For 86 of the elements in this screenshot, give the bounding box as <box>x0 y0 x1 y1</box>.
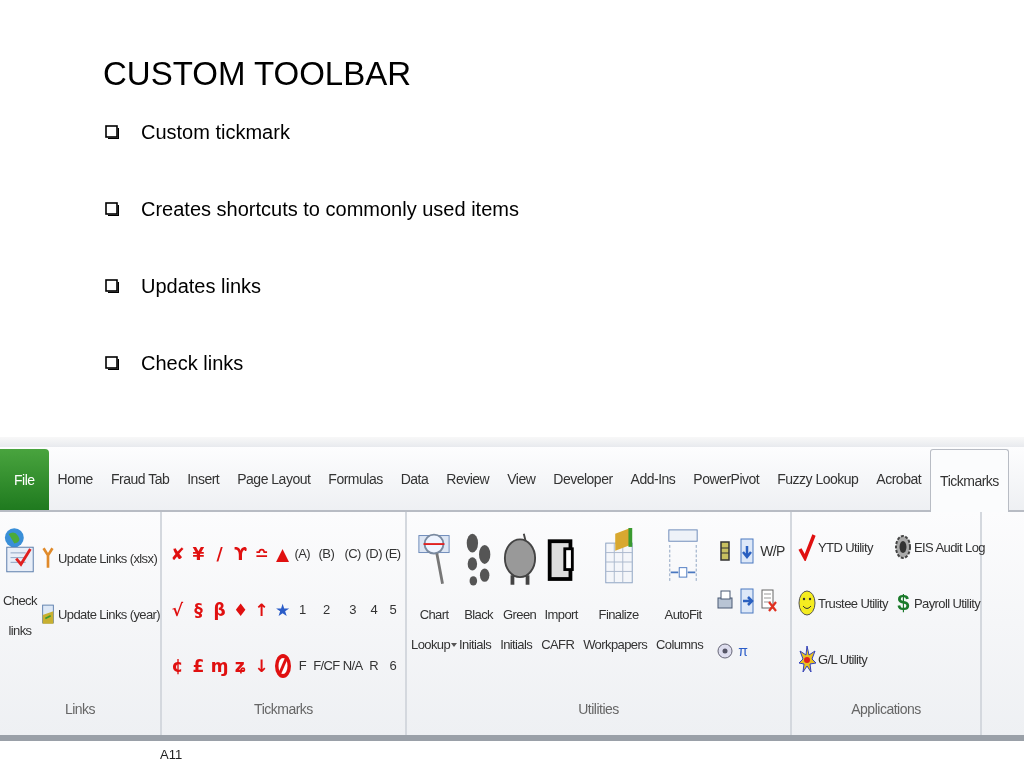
slide-title: CUSTOM TOOLBAR <box>103 54 413 94</box>
utility-button[interactable]: Finalize Workpapers <box>583 526 655 701</box>
utility-small-button[interactable]: π <box>738 638 757 664</box>
utility-button[interactable]: Chart Lookup <box>411 526 458 701</box>
ribbon-tab[interactable]: Insert <box>178 447 229 510</box>
application-button[interactable]: Trustee Utility <box>798 578 888 628</box>
tickmark-button[interactable]: (E) <box>384 536 401 572</box>
tickmark-button[interactable]: 1 <box>294 592 311 628</box>
application-button[interactable]: $ Payroll Utility <box>894 578 985 628</box>
ribbon-tab[interactable]: Formulas <box>319 447 392 510</box>
tickmark-button[interactable]: F/CF <box>312 648 341 684</box>
tickmark-button[interactable]: ♦ <box>231 592 250 628</box>
tickmark-button[interactable]: (B) <box>312 536 341 572</box>
bullet-icon <box>105 202 119 216</box>
bullet-icon <box>105 356 119 370</box>
tickmark-button[interactable]: √ <box>168 592 187 628</box>
utility-button[interactable]: Import CAFR <box>541 526 582 701</box>
bullet-icon <box>105 125 119 139</box>
utility-button[interactable]: Black Initials <box>459 526 499 701</box>
ribbon-tab[interactable]: Fuzzy Lookup <box>768 447 868 510</box>
name-box[interactable]: A11 <box>160 747 183 762</box>
group-label: Applications <box>850 701 922 719</box>
tickmark-button[interactable]: £ <box>189 648 208 684</box>
tickmark-button[interactable]: ¥ <box>189 536 208 572</box>
tickmark-button[interactable]: § <box>189 592 208 628</box>
check-links-button[interactable]: Check links <box>3 526 37 701</box>
ribbon-tab[interactable]: View <box>498 447 545 510</box>
tickmark-button[interactable]: 3 <box>342 592 364 628</box>
tickmark-button[interactable]: ↑ <box>252 592 271 628</box>
bullet-icon <box>105 279 119 293</box>
application-button[interactable]: G/L Utility <box>798 634 888 684</box>
tickmark-button[interactable]: ϒ <box>231 536 250 572</box>
dollar-icon: $ <box>894 590 912 616</box>
tickmark-button[interactable]: ▲ <box>273 536 292 572</box>
tickmark-button[interactable]: R <box>365 648 383 684</box>
group-label: Utilities <box>577 701 620 719</box>
tickmark-button[interactable]: F <box>294 648 311 684</box>
sheet-icon <box>40 601 56 627</box>
tickmark-button[interactable]: 5 <box>384 592 401 628</box>
tickmark-button[interactable]: ¢ <box>168 648 187 684</box>
ribbon-tab[interactable]: PowerPivot <box>684 447 769 510</box>
tickmark-button[interactable]: / <box>210 536 229 572</box>
group-label: Links <box>63 701 97 719</box>
tickmark-button[interactable]: ↓ <box>252 648 271 684</box>
ribbon-tab[interactable]: Developer <box>544 447 622 510</box>
utility-button[interactable]: AutoFit Columns <box>656 526 711 701</box>
tickmark-button[interactable]: 2 <box>312 592 341 628</box>
y-tool-icon <box>40 545 56 571</box>
bullet-text: Creates shortcuts to commonly used items <box>141 197 519 221</box>
tickmark-button[interactable]: 4 <box>365 592 383 628</box>
ribbon-tab[interactable]: Page Layout <box>228 447 320 510</box>
ribbon-tab[interactable]: Tickmarks <box>930 449 1009 512</box>
tickmark-button[interactable]: β <box>210 592 229 628</box>
group-label: Tickmarks <box>253 701 314 719</box>
tickmark-button[interactable]: ≏ <box>252 536 271 572</box>
burst-icon <box>798 645 816 673</box>
smiley-icon <box>798 589 816 617</box>
ribbon-tab[interactable]: Add-Ins <box>621 447 685 510</box>
utility-small-button[interactable]: W/P <box>760 538 785 564</box>
tickmark-button[interactable]: ɱ <box>210 648 229 684</box>
application-button[interactable]: EIS Audit Log <box>894 522 985 572</box>
gear-icon <box>894 533 912 561</box>
no-entry-icon[interactable] <box>273 653 292 679</box>
tickmark-button[interactable]: ʑ <box>231 648 250 684</box>
ribbon-tab[interactable]: File <box>0 449 49 510</box>
tickmark-button[interactable]: (C) <box>342 536 364 572</box>
utility-button[interactable]: Green Initials <box>500 526 540 701</box>
update-links-button[interactable]: Update Links (xlsx) <box>40 534 161 582</box>
ribbon-tab[interactable]: Data <box>391 447 438 510</box>
tickmark-button[interactable]: (D) <box>365 536 383 572</box>
check-mark-icon <box>798 533 816 561</box>
update-links-button[interactable]: Update Links (year) <box>40 590 161 638</box>
tickmark-button[interactable]: ★ <box>273 592 292 628</box>
tickmark-button[interactable]: (A) <box>294 536 311 572</box>
delete-page-icon[interactable] <box>760 588 779 614</box>
application-button[interactable]: YTD Utility <box>798 522 888 572</box>
ribbon-tab[interactable]: Home <box>48 447 102 510</box>
bullet-text: Custom tickmark <box>141 120 290 144</box>
bullet-text: Updates links <box>141 274 262 298</box>
tickmark-button[interactable]: 6 <box>384 648 401 684</box>
tickmark-button[interactable]: ✘ <box>168 536 187 572</box>
ribbon-tab[interactable]: Review <box>437 447 499 510</box>
bullet-text: Check links <box>141 351 244 375</box>
ribbon-tab[interactable]: Fraud Tab <box>101 447 179 510</box>
ribbon-tab[interactable]: Acrobat <box>867 447 931 510</box>
tickmark-button[interactable]: N/A <box>342 648 364 684</box>
